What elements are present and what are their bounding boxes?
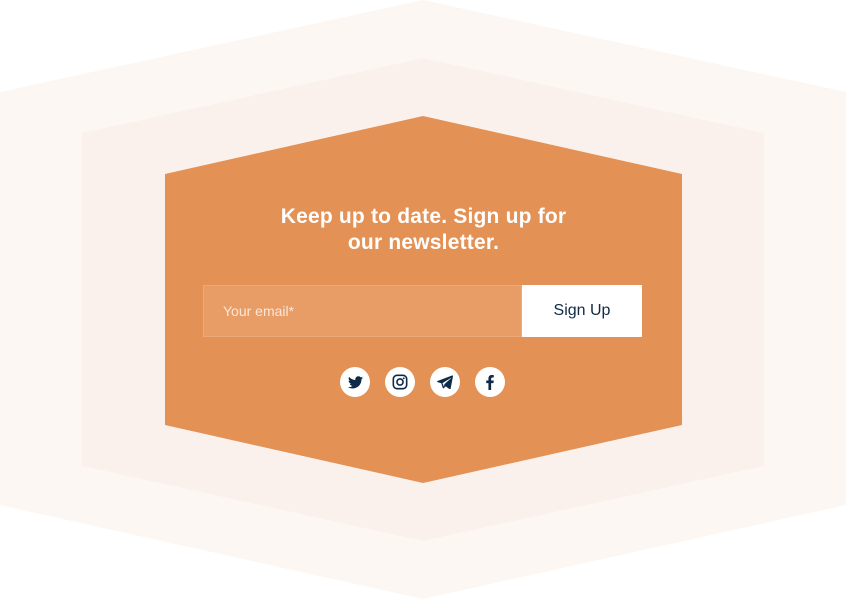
facebook-link[interactable] — [475, 367, 505, 397]
headline-line-2: our newsletter. — [347, 231, 500, 254]
twitter-icon — [347, 375, 363, 388]
telegram-link[interactable] — [430, 367, 460, 397]
sign-up-button[interactable]: Sign Up — [522, 285, 642, 337]
instagram-icon — [392, 374, 408, 390]
newsletter-card: Keep up to date. Sign up for our newslet… — [165, 116, 682, 483]
facebook-icon — [486, 374, 494, 390]
newsletter-form: Sign Up — [203, 285, 642, 337]
social-links — [340, 367, 505, 397]
email-input[interactable] — [203, 285, 522, 337]
instagram-link[interactable] — [385, 367, 415, 397]
headline-line-1: Keep up to date. Sign up for — [280, 205, 567, 228]
newsletter-section: Keep up to date. Sign up for our newslet… — [0, 0, 846, 599]
twitter-link[interactable] — [340, 367, 370, 397]
newsletter-headline: Keep up to date. Sign up for our newslet… — [165, 204, 682, 256]
telegram-icon — [437, 375, 453, 389]
